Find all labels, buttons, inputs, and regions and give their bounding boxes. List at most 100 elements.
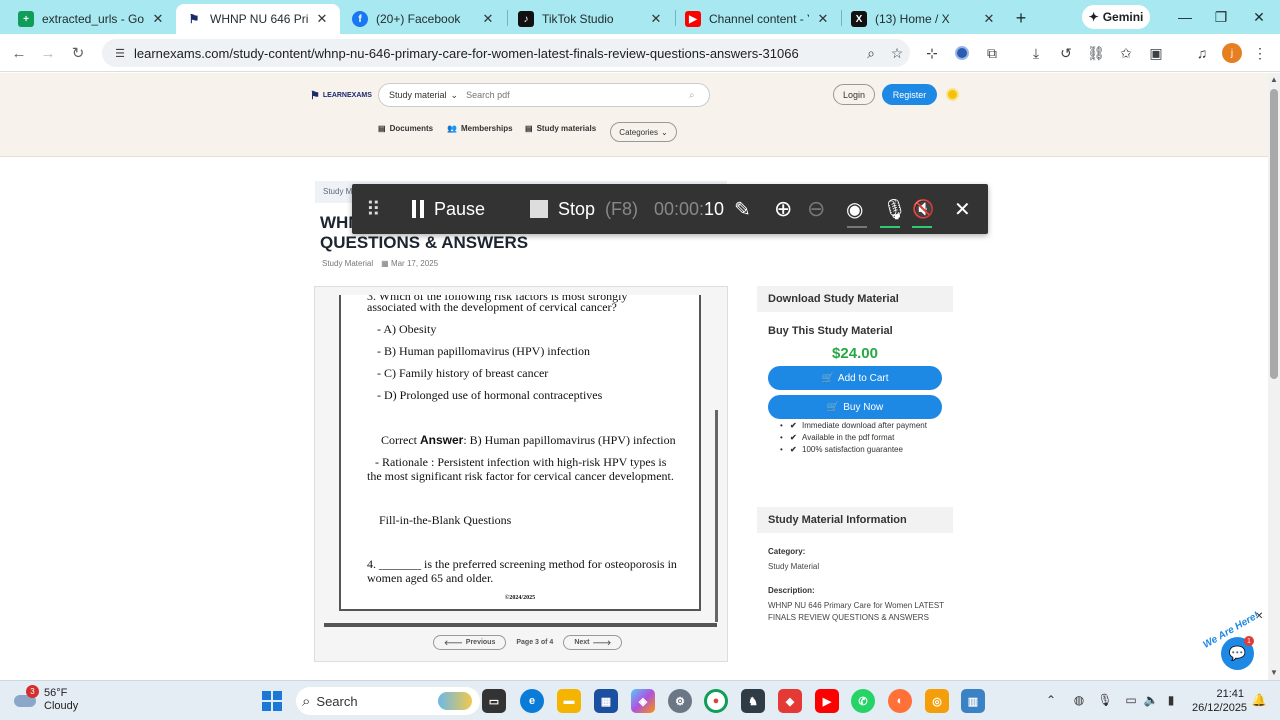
pdf-rationale-line1: - Rationale : Persistent infection with … [375, 455, 667, 469]
weather-desc: Cloudy [44, 700, 79, 712]
tab-extracted-urls[interactable]: + extracted_urls - Google ✕ [8, 4, 176, 34]
pause-button[interactable]: Pause [412, 184, 485, 234]
close-recorder-icon[interactable]: ✕ [954, 184, 971, 234]
calendar-icon: ▦ [381, 259, 389, 268]
zoom-in-icon[interactable]: ⊕ [774, 184, 792, 234]
extensions-icon[interactable]: ⧉ [982, 43, 1002, 63]
volume-icon[interactable]: 🔈 [1142, 691, 1160, 709]
pdf-viewer[interactable]: 3. Which of the following risk factors i… [314, 286, 728, 662]
next-page-button[interactable]: Next 🡒 [563, 635, 623, 650]
description-value: WHNP NU 646 Primary Care for Women LATES… [768, 601, 944, 622]
taskbar-search[interactable]: ⌕ Search [296, 687, 480, 715]
reload-button[interactable]: ↻ [67, 42, 89, 64]
info-panel: Study Material Information [757, 507, 953, 533]
back-button[interactable]: ← [8, 42, 30, 64]
address-bar[interactable]: ☰ learnexams.com/study-content/whnp-nu-6… [102, 39, 910, 67]
side-panel-icon[interactable]: ▣ [1146, 43, 1166, 63]
bookmarks-icon[interactable]: ✩ [1116, 43, 1136, 63]
login-button[interactable]: Login [833, 84, 875, 105]
bookmark-star-icon[interactable]: ☆ [884, 42, 910, 64]
media-control-icon[interactable]: ♫ [1192, 43, 1212, 63]
nav-study-materials[interactable]: ▤ Study materials [525, 124, 596, 133]
tab-tiktok[interactable]: ♪ TikTok Studio ✕ [508, 4, 674, 34]
display-icon[interactable]: ▭ [1122, 691, 1140, 709]
close-window-button[interactable]: ✕ [1246, 6, 1272, 28]
scroll-up-icon[interactable]: ▲ [1270, 75, 1278, 85]
price: $24.00 [832, 345, 878, 362]
extension-puzzle-plus-icon[interactable]: ⊹ [922, 43, 942, 63]
gemini-button[interactable]: ✦ Gemini [1082, 5, 1150, 29]
previous-page-button[interactable]: 🡐 Previous [433, 635, 507, 650]
file-explorer-icon[interactable]: ▬ [557, 689, 581, 713]
tab-whnp-active[interactable]: ⚑ WHNP NU 646 Primary C ✕ [176, 4, 340, 34]
new-tab-button[interactable]: + [1010, 7, 1032, 29]
zoom-out-icon[interactable]: ⊖ [807, 184, 825, 234]
close-tab-icon[interactable]: ✕ [480, 11, 496, 27]
task-view-icon[interactable]: ▭ [482, 689, 506, 713]
zoom-icon[interactable]: ⌕ [858, 42, 884, 64]
notification-icon[interactable]: 🔔 [1250, 691, 1268, 709]
windows-taskbar: 56°F Cloudy 3 ⌕ Search ▭ e ▬ ▦ ◈ ⚙ ● ♞ ◆… [0, 680, 1280, 720]
history-icon[interactable]: ↺ [1056, 43, 1076, 63]
page-scrollbar[interactable]: ▲ ▼ [1268, 73, 1280, 680]
close-tab-icon[interactable]: ✕ [150, 11, 166, 27]
extension-circle-icon[interactable] [952, 43, 972, 63]
pdf-section-heading: Fill-in-the-Blank Questions [379, 513, 512, 527]
nav-memberships[interactable]: 👥 Memberships [447, 124, 513, 133]
settings-gear-icon[interactable]: ⚙ [668, 689, 692, 713]
scroll-down-icon[interactable]: ▼ [1270, 668, 1278, 678]
download-icon[interactable]: ⤓ [1026, 43, 1046, 63]
profile-avatar[interactable]: j [1222, 43, 1242, 63]
close-tab-icon[interactable]: ✕ [648, 11, 664, 27]
register-button[interactable]: Register [882, 84, 937, 105]
url-text[interactable]: learnexams.com/study-content/whnp-nu-646… [134, 46, 858, 61]
stop-button[interactable]: Stop (F8) [530, 184, 638, 234]
network-globe-icon[interactable]: ◍ [1070, 691, 1088, 709]
search-icon[interactable]: ⌕ [689, 90, 709, 101]
scroll-thumb[interactable] [1270, 89, 1278, 379]
close-tab-icon[interactable]: ✕ [815, 11, 831, 27]
mic-tray-icon[interactable]: 🎙 [1096, 691, 1114, 709]
nav-documents[interactable]: ▤ Documents [378, 124, 433, 133]
chrome-icon[interactable]: ● [704, 689, 728, 713]
link-icon[interactable]: ⛓ [1086, 43, 1106, 63]
forward-button[interactable]: → [37, 42, 59, 64]
firefox-icon[interactable]: ◐ [888, 689, 912, 713]
tab-facebook[interactable]: f (20+) Facebook ✕ [342, 4, 506, 34]
search-input[interactable] [466, 90, 689, 100]
store-icon[interactable]: ▦ [594, 689, 618, 713]
pdf-page-divider [324, 623, 717, 627]
menu-kebab-icon[interactable]: ⋮ [1250, 43, 1270, 63]
drag-handle-icon[interactable]: ⠿ [366, 184, 381, 234]
site-logo[interactable]: ⚑ LEARNEXAMS [310, 89, 372, 102]
add-to-cart-button[interactable]: 🛒 Add to Cart [768, 366, 942, 390]
close-tab-icon[interactable]: ✕ [981, 11, 997, 27]
pdf-scrollbar[interactable] [715, 410, 718, 622]
weather-widget[interactable]: 56°F Cloudy [14, 687, 78, 713]
page-indicator: Page 3 of 4 [516, 639, 554, 646]
whatsapp-icon[interactable]: ✆ [851, 689, 875, 713]
pencil-icon[interactable]: ✎ [734, 184, 751, 234]
battery-icon[interactable]: ▮ [1162, 691, 1180, 709]
copilot-icon[interactable]: ◈ [631, 689, 655, 713]
close-tab-icon[interactable]: ✕ [314, 11, 330, 27]
search-type-select[interactable]: Study material ⌄ [379, 90, 466, 101]
restore-button[interactable]: ❐ [1208, 6, 1234, 28]
tab-youtube[interactable]: ▶ Channel content - YouTu ✕ [675, 4, 841, 34]
edge-icon[interactable]: e [520, 689, 544, 713]
recorder-app-icon[interactable]: ◆ [778, 689, 802, 713]
youtube-icon[interactable]: ▶ [815, 689, 839, 713]
site-settings-icon[interactable]: ☰ [110, 47, 130, 60]
coin-icon[interactable] [946, 88, 959, 101]
tray-chevron-up-icon[interactable]: ⌃ [1042, 691, 1060, 709]
app-icon[interactable]: ♞ [741, 689, 765, 713]
buy-now-button[interactable]: 🛒 Buy Now [768, 395, 942, 419]
document-icon: ▤ [378, 124, 386, 133]
tab-x-home[interactable]: X (13) Home / X ✕ [841, 4, 1007, 34]
start-button[interactable] [262, 691, 282, 711]
categories-dropdown[interactable]: Categories ⌄ [610, 122, 677, 142]
chart-app-icon[interactable]: ▥ [961, 689, 985, 713]
orange-app-icon[interactable]: ◎ [925, 689, 949, 713]
system-clock[interactable]: 21:41 26/12/2025 [1192, 687, 1247, 715]
minimize-button[interactable]: — [1172, 6, 1198, 28]
